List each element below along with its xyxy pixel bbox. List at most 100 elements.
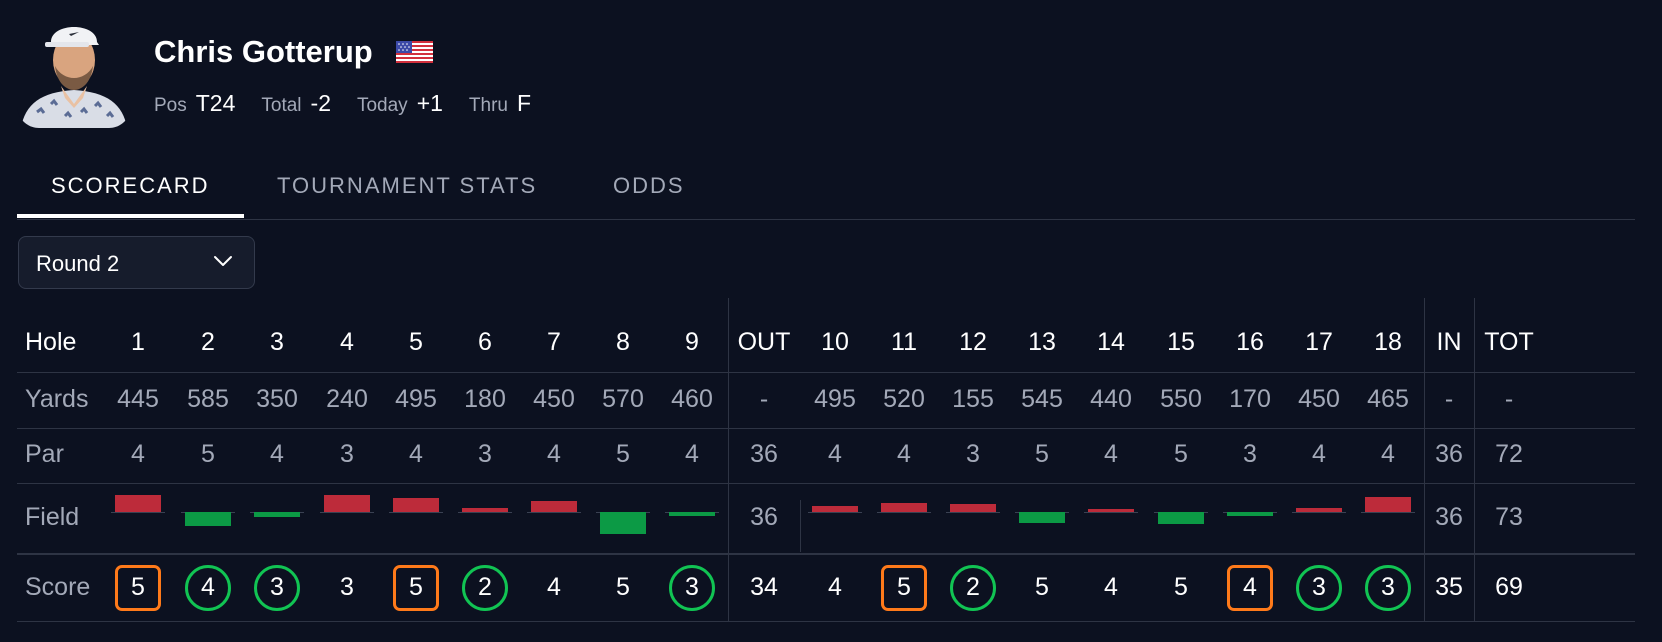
stat-today-label: Today [356,95,408,116]
hole-number: TOT [1484,328,1534,356]
score-cell: 5 [1174,573,1188,601]
stat-total-value: -2 [310,90,331,116]
yards-cell: 350 [256,385,298,413]
hole-number: 15 [1167,328,1195,356]
tab-bar: SCORECARD TOURNAMENT STATS ODDS [17,168,1635,220]
score-cell: 5 [131,573,145,601]
score-cell: 5 [616,573,630,601]
tab-odds[interactable]: ODDS [613,173,685,199]
score-cell: 4 [1104,573,1118,601]
yards-cell: - [1504,385,1514,413]
player-header: Chris Gotterup Pos T24 Total -2 Today +1… [17,12,817,132]
hole-number: 18 [1374,328,1402,356]
field-label: Field [25,503,80,531]
field-baseline [946,512,1000,513]
score-cell: 69 [1495,573,1523,601]
hole-number: 2 [201,328,215,356]
player-avatar [17,12,131,128]
score-cell: 3 [1312,573,1326,601]
yards-label: Yards [25,385,89,413]
stat-thru-value: F [517,90,532,116]
score-cell: 3 [1381,573,1395,601]
yards-cell: 155 [952,385,994,413]
tab-tournament-stats[interactable]: TOURNAMENT STATS [277,173,537,199]
hole-number: 13 [1028,328,1056,356]
chevron-down-icon [213,254,233,268]
score-cell: 4 [201,573,215,601]
score-cell: 5 [1035,573,1049,601]
stat-pos-label: Pos [154,95,187,116]
stat-total-label: Total [261,95,302,116]
field-bar [324,495,370,512]
yards-cell: 585 [187,385,229,413]
field-bar [531,501,577,512]
field-bar [1088,509,1134,512]
column-divider [800,500,801,552]
field-baseline [458,512,512,513]
field-bar [1227,512,1273,516]
field-tot-cell: 73 [1495,503,1523,531]
yards-cell: 170 [1229,385,1271,413]
field-baseline [527,512,581,513]
par-cell: 3 [340,440,354,468]
field-in-cell: 36 [1435,503,1463,531]
stat-thru-label: Thru [468,95,508,116]
par-cell: 3 [478,440,492,468]
yards-cell: 450 [1298,385,1340,413]
field-baseline [111,512,165,513]
field-bar [1365,497,1411,512]
par-cell: 5 [1174,440,1188,468]
column-divider [1424,298,1425,621]
hole-number: 1 [131,328,145,356]
column-divider [1474,298,1475,621]
field-bar [669,512,715,516]
hole-number: 3 [270,328,284,356]
par-cell: 4 [828,440,842,468]
field-bar [393,498,439,512]
score-cell: 5 [897,573,911,601]
par-cell: 4 [1312,440,1326,468]
yards-cell: 180 [464,385,506,413]
score-cell: 3 [340,573,354,601]
field-bar [254,512,300,517]
par-cell: 4 [270,440,284,468]
hole-number: 11 [891,328,917,356]
par-cell: 4 [1381,440,1395,468]
hole-number: 17 [1305,328,1333,356]
stat-today-value: +1 [416,90,443,116]
par-cell: 4 [409,440,423,468]
field-bar [1296,508,1342,512]
par-cell: 5 [616,440,630,468]
hole-number: 9 [685,328,699,356]
round-select[interactable]: Round 2 [18,236,255,289]
yards-cell: - [1444,385,1454,413]
field-bar [950,504,996,512]
field-row: Field [17,483,1635,553]
hole-number: 14 [1097,328,1125,356]
yards-cell: 450 [533,385,575,413]
hole-number: 8 [616,328,630,356]
par-label: Par [25,440,64,468]
yards-cell: 460 [671,385,713,413]
par-cell: 4 [547,440,561,468]
hole-number: 16 [1236,328,1264,356]
field-bar [812,506,858,512]
par-cell: 4 [685,440,699,468]
par-cell: 4 [1104,440,1118,468]
yards-cell: 545 [1021,385,1063,413]
yards-cell: 570 [602,385,644,413]
hole-number: OUT [737,328,791,356]
score-cell: 4 [547,573,561,601]
field-bar [1019,512,1065,523]
score-cell: 3 [685,573,699,601]
par-cell: 5 [1035,440,1049,468]
tab-scorecard[interactable]: SCORECARD [51,173,210,199]
yards-cell: - [759,385,769,413]
player-name: Chris Gotterup [154,34,373,69]
yards-cell: 520 [883,385,925,413]
par-cell: 3 [1243,440,1257,468]
stat-pos-value: T24 [195,90,236,116]
yards-cell: 445 [117,385,159,413]
field-baseline [1361,512,1415,513]
score-cell: 4 [1243,573,1257,601]
